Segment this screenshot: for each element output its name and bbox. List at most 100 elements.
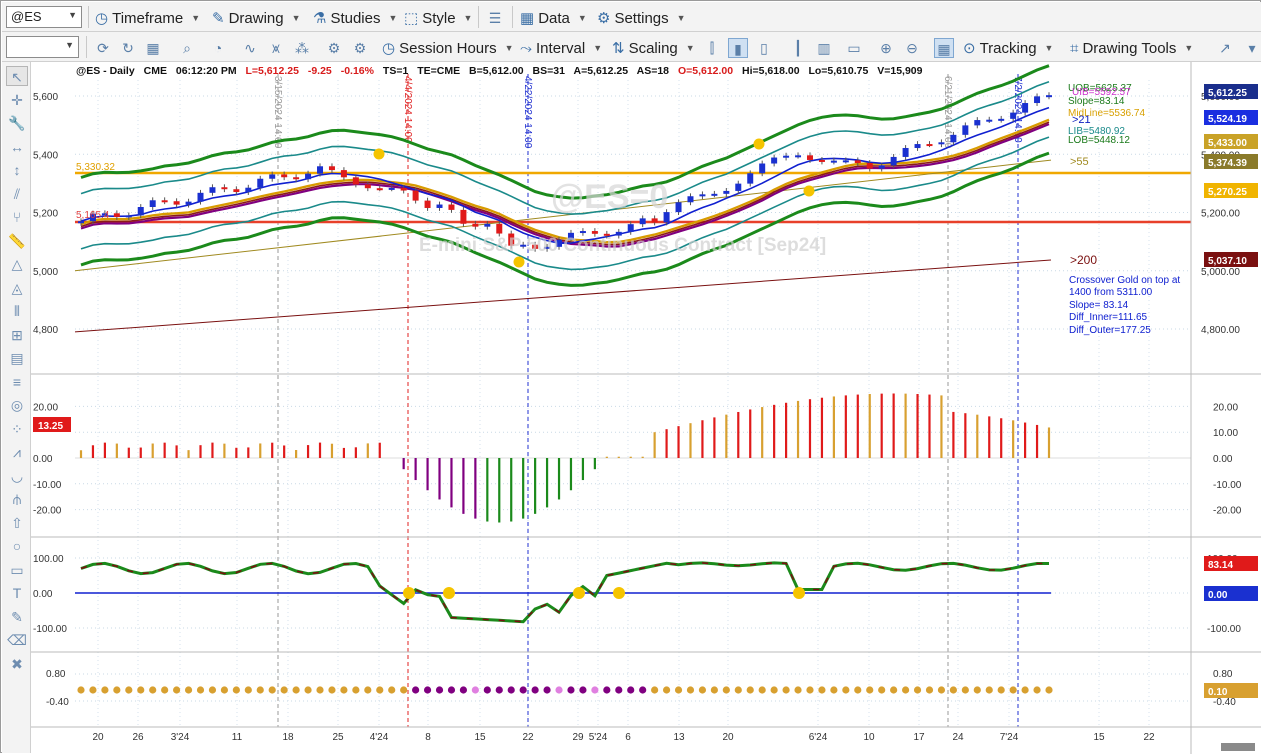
state-dot [184,686,193,694]
layout-icon[interactable]: ☰ [485,8,505,28]
overflow-icon[interactable]: ▾ [1242,38,1261,58]
clock-icon[interactable]: ◔ [208,38,228,58]
bars-icon[interactable]: ┃ [788,38,808,58]
zoom-search-icon[interactable]: ⌕ [177,38,197,58]
candle-body [747,173,754,184]
date-axis-label: 13 [673,732,685,743]
chart-pattern-icon[interactable]: ⩙ [266,38,286,58]
candle-body [711,193,718,196]
drawing-tools-icon: ⌗ [1070,39,1079,57]
table-icon[interactable]: ▤ [6,348,28,368]
dots-icon[interactable]: ⁘ [6,419,28,439]
arc-icon[interactable]: ◡ [6,466,28,486]
state-dot [364,686,372,694]
arrow-up-icon[interactable]: ⇧ [6,513,28,533]
candle-body [197,192,204,202]
volume-bars-icon[interactable]: ▥ [814,38,834,58]
candle-body [926,144,933,147]
tracking-menu[interactable]: ⊙ Tracking ▼ [963,38,1053,58]
style-label: Style [422,9,456,27]
grid-icon[interactable]: ⊞ [6,325,28,345]
ruler-icon[interactable]: 📏 [6,231,28,251]
toolbar-separator [86,36,87,58]
fan-icon[interactable]: ⩘ [6,442,28,462]
candle-body [1010,112,1017,119]
left-price-label: 5,600 [33,92,58,103]
studies-menu[interactable]: ⚗ Studies ▼ [313,8,397,28]
session-hours-label: Session Hours [399,39,497,57]
scatter-icon[interactable]: ⁂ [292,38,312,58]
data-window-icon[interactable]: ▦ [934,38,954,58]
date-axis-label: 4'24 [370,732,389,743]
cursor-icon[interactable]: ↖ [6,66,28,86]
histogram-axis-label: -10.00 [1213,480,1242,491]
symbol-combo[interactable]: @ES ▼ [6,6,82,28]
fork-icon[interactable]: ⑂ [6,207,28,227]
timeframe-menu[interactable]: ◷ Timeframe ▼ [95,8,200,28]
circle-icon[interactable]: ○ [6,536,28,556]
crossover-line: 1400 from 5311.00 [1069,287,1153,298]
signal-dot [513,256,525,268]
refresh-icon[interactable]: ⟳ [93,38,113,58]
add-chart-icon[interactable]: ↗ [1215,38,1235,58]
horizontal-arrows-icon[interactable]: ↔ [6,137,28,157]
delete-icon[interactable]: ✖ [6,654,28,674]
candle-body [125,215,132,218]
header-pct: -0.16% [341,65,375,77]
pitchfork-icon[interactable]: ⫛ [6,489,28,509]
zoom-in-icon[interactable]: ⊕ [876,38,896,58]
state-dot [818,686,826,694]
vertical-arrows-icon[interactable]: ↕ [6,160,28,180]
rectangle-icon[interactable]: ▭ [6,560,28,580]
crossover-dot [613,587,625,599]
grid-icon[interactable]: ▦ [143,38,163,58]
settings-menu[interactable]: ⚙ Settings ▼ [597,8,686,28]
hollow-candle-icon[interactable]: ▯ [754,38,774,58]
state-dot [615,686,623,694]
state-dot [722,686,730,694]
candle-body [1046,95,1052,98]
price-axis-label: 4,800.00 [1201,325,1240,336]
interval-menu[interactable]: ⤳ Interval ▼ [520,38,602,58]
data-menu[interactable]: ▦ Data ▼ [520,8,587,28]
target-icon[interactable]: ◎ [6,395,28,415]
scroll-thumb[interactable] [1221,743,1255,751]
header-exchange: CME [144,65,167,77]
parallel-lines-icon[interactable]: ⫽ [6,184,28,204]
state-dot [603,686,611,694]
candlestick-icon[interactable]: ▮ [728,38,748,58]
date-axis-label: 26 [132,732,144,743]
reload-icon[interactable]: ↻ [118,38,138,58]
format-icon[interactable]: ⚙ [350,38,370,58]
triangle-outline-icon[interactable]: ◬ [6,278,28,298]
interval-combo[interactable]: ▼ [6,36,79,58]
chevron-down-icon: ▼ [291,13,301,23]
wave-icon[interactable]: ∿ [240,38,260,58]
ohlc-bars-icon[interactable]: ⫿ [702,38,722,58]
pencil-icon[interactable]: ✎ [6,607,28,627]
state-dot [77,686,85,694]
style-menu[interactable]: ⬚ Style ▼ [404,8,472,28]
chevron-down-icon[interactable]: ▼ [65,40,74,50]
session-hours-menu[interactable]: ◷ Session Hours ▼ [382,38,514,58]
candle-body [974,120,981,126]
toolbar-separator [88,6,89,28]
lines-icon[interactable]: ≡ [6,372,28,392]
drawing-tools-menu[interactable]: ⌗ Drawing Tools ▼ [1070,38,1193,58]
triangle-icon[interactable]: △ [6,254,28,274]
scaling-menu[interactable]: ⇅ Scaling ▼ [612,38,695,58]
state-dot [519,686,527,694]
toolbar-separator [478,6,479,28]
drawing-menu[interactable]: ✎ Drawing ▼ [212,8,301,28]
text-icon[interactable]: T [6,583,28,603]
eraser-icon[interactable]: ⌫ [6,630,28,650]
crosshair-icon[interactable]: ✛ [6,90,28,110]
zoom-out-icon[interactable]: ⊖ [902,38,922,58]
window-icon[interactable]: ▭ [844,38,864,58]
price-chart[interactable]: 3/15/2024 14:00 4/4/2024 14:00 4/22/2024 1… [31,62,1261,754]
wrench-icon[interactable]: 🔧 [6,113,28,133]
properties-icon[interactable]: ⚙ [324,38,344,58]
bars-icon[interactable]: ⦀ [6,301,28,321]
left-price-label: 5,400 [33,150,58,161]
chevron-down-icon[interactable]: ▼ [68,10,77,20]
